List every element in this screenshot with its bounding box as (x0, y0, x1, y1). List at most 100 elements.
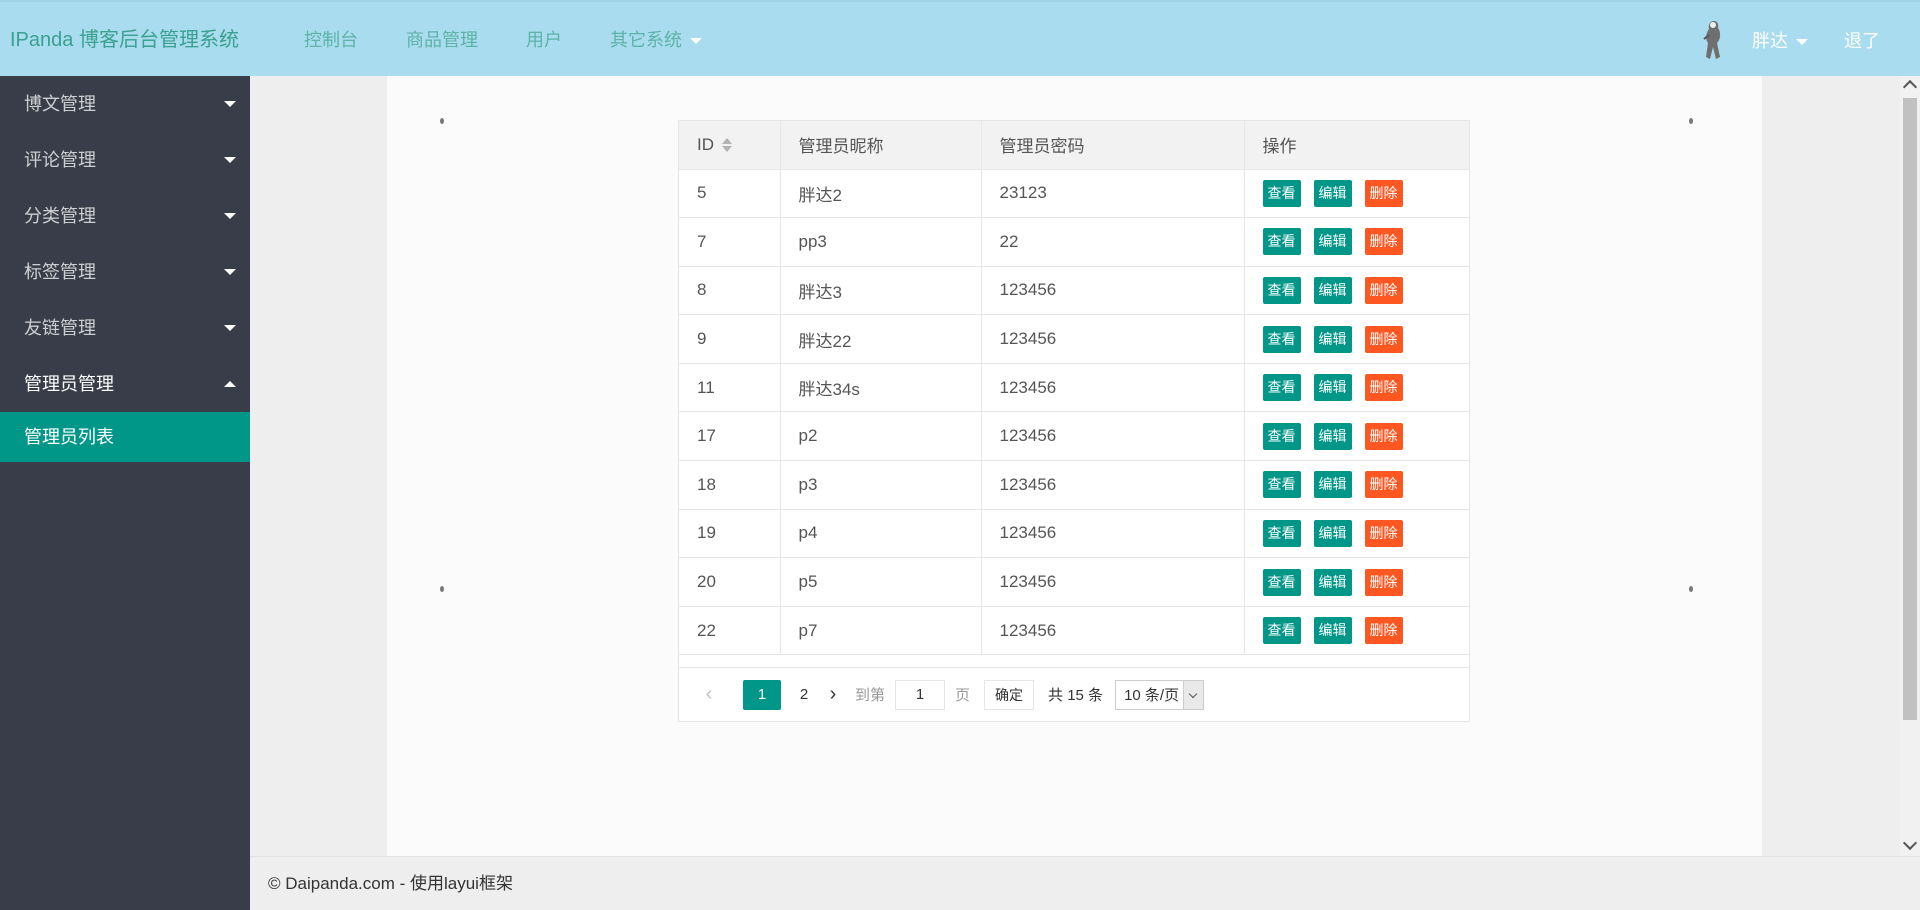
page-confirm-button[interactable]: 确定 (984, 679, 1035, 710)
cell-name: p2 (780, 411, 982, 462)
app-logo[interactable]: IPanda 博客后台管理系统 (10, 2, 239, 78)
sidebar-item-tags[interactable]: 标签管理 (0, 244, 250, 300)
next-page-icon[interactable]: › (819, 683, 847, 706)
cell-id: 11 (679, 363, 781, 413)
logout-link[interactable]: 退了 (1844, 27, 1880, 53)
view-button[interactable]: 查看 (1262, 179, 1301, 207)
table-row: 19 p4 123456 查看 编辑 删除 (679, 509, 1469, 559)
chevron-down-icon (224, 325, 236, 331)
pagination: ‹ 1 2 › 到第 页 确定 共 15 条 10 条/页 (679, 667, 1469, 721)
sidebar-item-comments[interactable]: 评论管理 (0, 132, 250, 188)
scroll-up-icon[interactable] (1902, 79, 1918, 95)
sidebar-item-label: 博文管理 (24, 94, 96, 114)
nav-item-products[interactable]: 商品管理 (382, 2, 502, 78)
sidebar-item-posts[interactable]: 博文管理 (0, 76, 250, 132)
vertical-scrollbar[interactable] (1900, 76, 1920, 856)
delete-button[interactable]: 删除 (1364, 228, 1403, 256)
edit-button[interactable]: 编辑 (1313, 374, 1352, 402)
edit-button[interactable]: 编辑 (1313, 617, 1352, 645)
view-button[interactable]: 查看 (1262, 276, 1301, 304)
cell-name: 胖达22 (780, 314, 982, 364)
view-button[interactable]: 查看 (1262, 568, 1301, 596)
column-header-password: 管理员密码 (981, 121, 1245, 170)
cell-id: 22 (679, 606, 781, 656)
sidebar-item-label: 友链管理 (24, 318, 96, 338)
sidebar-item-categories[interactable]: 分类管理 (0, 188, 250, 244)
delete-button[interactable]: 删除 (1364, 471, 1403, 499)
chevron-down-icon (224, 213, 236, 219)
cell-password: 123456 (981, 363, 1245, 413)
scroll-thumb[interactable] (1903, 98, 1917, 720)
nav-item-other-label: 其它系统 (610, 30, 682, 50)
sidebar-item-label: 分类管理 (24, 206, 96, 226)
prev-page-icon[interactable]: ‹ (695, 683, 723, 706)
edit-button[interactable]: 编辑 (1313, 519, 1352, 547)
table-row: 11 胖达34s 123456 查看 编辑 删除 (679, 363, 1469, 413)
table-row: 7 pp3 22 查看 编辑 删除 (679, 217, 1469, 267)
delete-button[interactable]: 删除 (1364, 325, 1403, 353)
delete-button[interactable]: 删除 (1364, 179, 1403, 207)
page-skip-input[interactable] (895, 679, 946, 710)
table-row: 18 p3 123456 查看 编辑 删除 (679, 460, 1469, 510)
edit-button[interactable]: 编辑 (1313, 422, 1352, 450)
cell-actions: 查看 编辑 删除 (1244, 217, 1469, 267)
view-button[interactable]: 查看 (1262, 617, 1301, 645)
chevron-up-icon (224, 381, 236, 387)
chevron-down-icon (1796, 39, 1808, 46)
view-button[interactable]: 查看 (1262, 471, 1301, 499)
delete-button[interactable]: 删除 (1364, 568, 1403, 596)
edit-button[interactable]: 编辑 (1313, 276, 1352, 304)
cell-actions: 查看 编辑 删除 (1244, 460, 1469, 510)
cell-password: 23123 (981, 169, 1245, 219)
sidebar-item-admins[interactable]: 管理员管理 (0, 356, 250, 412)
delete-button[interactable]: 删除 (1364, 276, 1403, 304)
edit-button[interactable]: 编辑 (1313, 471, 1352, 499)
sidebar-subitem-admin-list[interactable]: 管理员列表 (0, 412, 250, 462)
avatar[interactable] (1696, 17, 1732, 63)
scroll-down-icon[interactable] (1902, 835, 1918, 851)
view-button[interactable]: 查看 (1262, 422, 1301, 450)
cell-actions: 查看 编辑 删除 (1244, 557, 1469, 607)
cell-password: 123456 (981, 557, 1245, 607)
view-button[interactable]: 查看 (1262, 228, 1301, 256)
table-row: 9 胖达22 123456 查看 编辑 删除 (679, 314, 1469, 364)
cell-name: p3 (780, 460, 982, 510)
nav-item-other-systems[interactable]: 其它系统 (586, 2, 726, 78)
delete-button[interactable]: 删除 (1364, 374, 1403, 402)
table-header-row: ID 管理员昵称 管理员密码 操作 (679, 121, 1469, 170)
column-header-label: ID (697, 134, 714, 154)
footer: © Daipanda.com - 使用layui框架 (250, 856, 1920, 910)
edit-button[interactable]: 编辑 (1313, 325, 1352, 353)
page-current[interactable]: 1 (743, 679, 781, 710)
view-button[interactable]: 查看 (1262, 325, 1301, 353)
view-button[interactable]: 查看 (1262, 374, 1301, 402)
cell-id: 9 (679, 314, 781, 364)
decor-dot (1689, 118, 1693, 124)
delete-button[interactable]: 删除 (1364, 519, 1403, 547)
cell-password: 22 (981, 217, 1245, 267)
cell-name: p5 (780, 557, 982, 607)
chevron-down-icon (1183, 680, 1204, 709)
edit-button[interactable]: 编辑 (1313, 228, 1352, 256)
cell-id: 7 (679, 217, 781, 267)
cell-password: 123456 (981, 509, 1245, 559)
delete-button[interactable]: 删除 (1364, 617, 1403, 645)
column-header-id[interactable]: ID (679, 121, 781, 170)
cell-actions: 查看 编辑 删除 (1244, 266, 1469, 316)
cell-id: 17 (679, 411, 781, 462)
sort-icon[interactable] (722, 137, 732, 153)
delete-button[interactable]: 删除 (1364, 422, 1403, 450)
edit-button[interactable]: 编辑 (1313, 179, 1352, 207)
cell-actions: 查看 编辑 删除 (1244, 509, 1469, 559)
sidebar-item-links[interactable]: 友链管理 (0, 300, 250, 356)
user-menu[interactable]: 胖达 (1752, 27, 1808, 53)
cell-id: 20 (679, 557, 781, 607)
view-button[interactable]: 查看 (1262, 519, 1301, 547)
edit-button[interactable]: 编辑 (1313, 568, 1352, 596)
page-link[interactable]: 2 (789, 686, 819, 703)
nav-item-users[interactable]: 用户 (502, 2, 586, 78)
page-size-select[interactable]: 10 条/页 (1115, 679, 1205, 710)
nav-item-console[interactable]: 控制台 (280, 2, 382, 78)
page-skip-label: 到第 (855, 687, 886, 705)
cell-password: 123456 (981, 606, 1245, 656)
